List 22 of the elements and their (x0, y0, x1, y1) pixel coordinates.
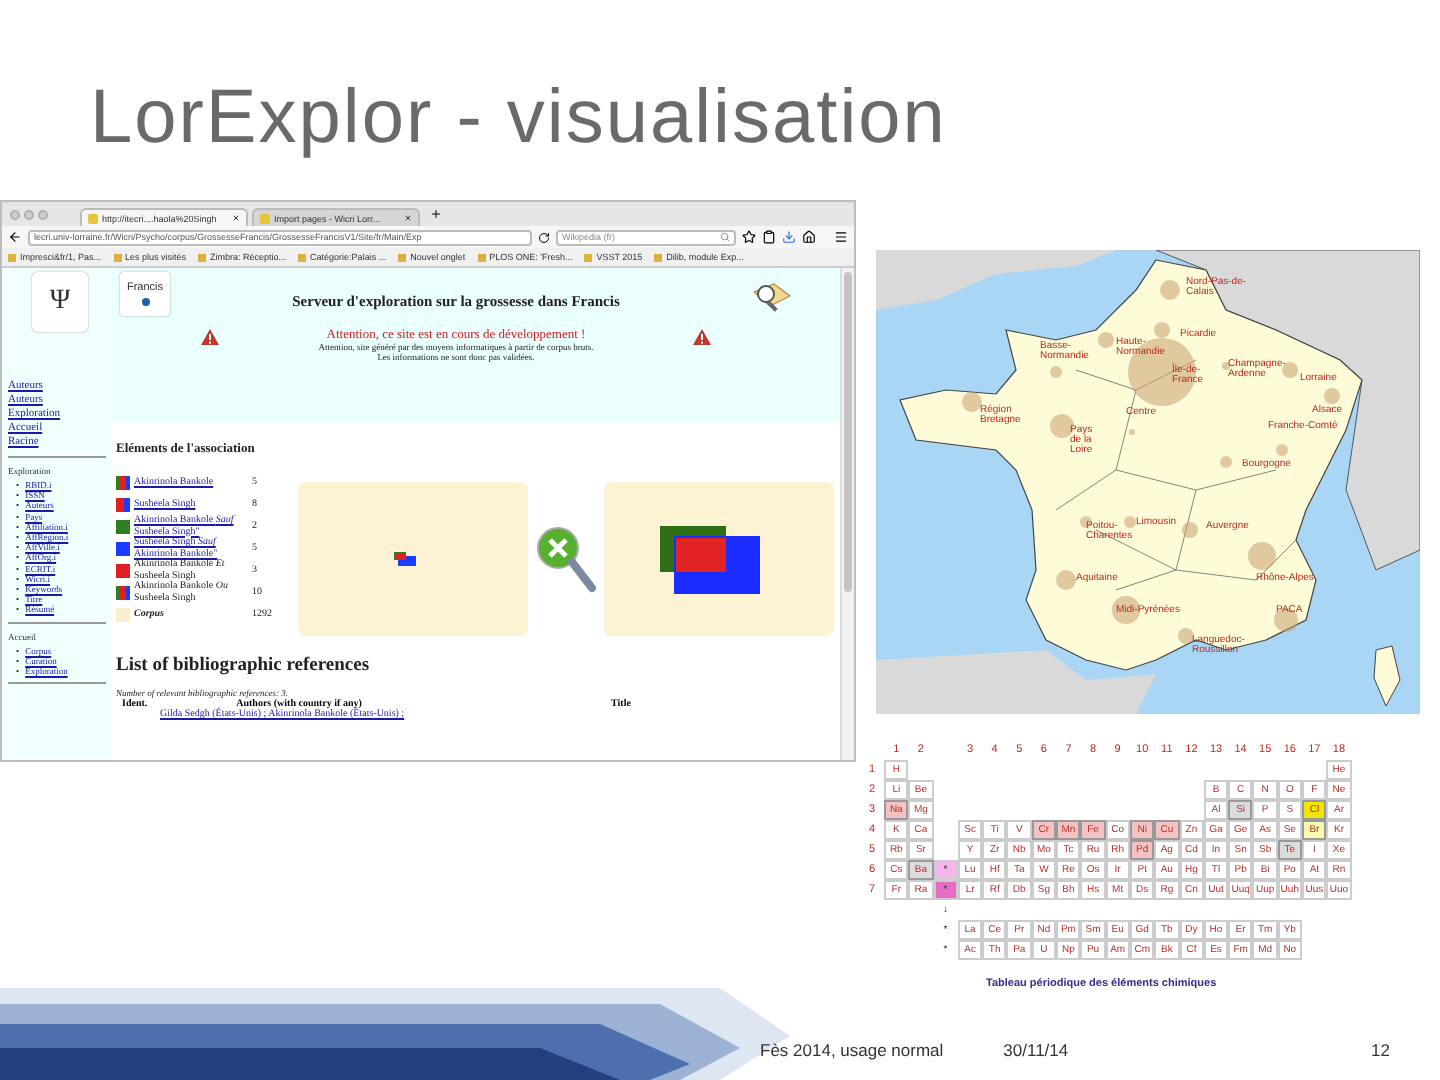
warning-icon (200, 328, 220, 346)
overlap-drawing (394, 552, 416, 566)
home-icon[interactable] (802, 230, 816, 244)
clipboard-icon[interactable] (762, 230, 776, 244)
search-icon[interactable] (720, 232, 730, 242)
page-number: 12 (1371, 1039, 1390, 1059)
menu-icon[interactable] (834, 230, 848, 244)
footer-text: Fès 2014, usage normal (760, 1039, 944, 1059)
scrollbar[interactable] (840, 268, 854, 760)
star-icon[interactable] (742, 230, 756, 244)
back-icon[interactable] (8, 230, 22, 244)
new-tab-icon[interactable] (430, 208, 442, 220)
psi-logo: Ψ (32, 272, 88, 332)
slide-title: LorExplor - visualisation (88, 74, 949, 164)
reload-icon[interactable] (538, 231, 550, 243)
footer-date: 30/11/14 (1003, 1039, 1069, 1059)
download-icon[interactable] (782, 230, 796, 244)
book-magnifier-icon (750, 280, 794, 316)
zoom-icon[interactable] (536, 525, 596, 593)
warning-icon (692, 328, 712, 346)
overlap-drawing (659, 525, 759, 593)
section-heading: List of bibliographic references (116, 656, 372, 676)
